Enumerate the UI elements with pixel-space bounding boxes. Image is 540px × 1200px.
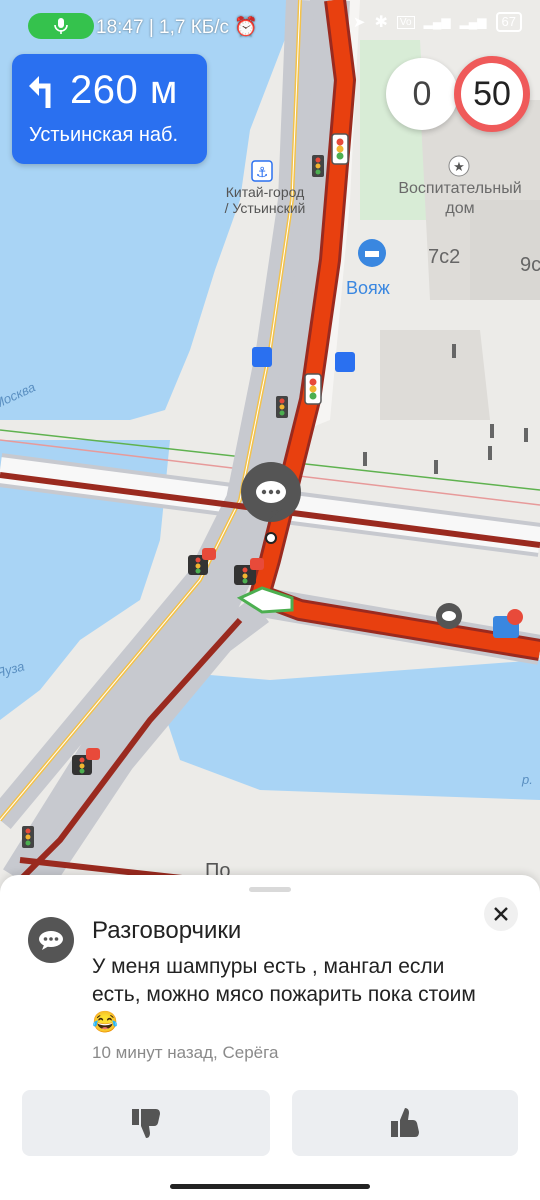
svg-text:★: ★ (453, 160, 465, 175)
maneuver-distance: 260 м (70, 68, 178, 112)
signal-icon: ▂▄▆ (423, 15, 451, 29)
station-label: Китай-город / Устьинский (224, 184, 306, 216)
bus-stop-icon (252, 347, 272, 367)
chat-marker-icon (241, 462, 301, 522)
traffic-light-icon (331, 133, 349, 165)
turn-left-icon (29, 76, 51, 108)
volte-icon: Vo (396, 15, 415, 29)
comment-meta: 10 минут назад, Серёга (92, 1043, 279, 1062)
microphone-icon (54, 18, 68, 34)
anchor-icon: ⚓ (251, 160, 273, 182)
thumbs-down-icon (132, 1109, 160, 1138)
chat-bubble-icon (28, 917, 74, 963)
traffic-light-icon (276, 396, 288, 418)
maneuver-street: Устьинская наб. (29, 124, 179, 146)
speed-indicator: 0 50 (386, 56, 534, 132)
close-icon (494, 907, 508, 921)
comment-message: У меня шампуры есть , мангал если есть, … (92, 955, 476, 1034)
landmark-label: Воспитательный дом (398, 180, 522, 217)
speed-limit-sign: 50 (454, 56, 530, 132)
status-icons: ➤ ✱ Vo ▂▄▆ ▂▄▆ 67 (353, 12, 522, 32)
close-button[interactable] (484, 897, 518, 931)
landmark-star-icon: ★ (448, 155, 470, 177)
traffic-light-icon (304, 373, 322, 405)
chat-marker-icon (436, 603, 462, 629)
battery-icon: 67 (495, 12, 522, 32)
maneuver-card[interactable]: 260 м Устьинская наб. (12, 54, 207, 164)
river-label: р. (522, 772, 533, 787)
building-number-label: 7с2 (428, 246, 461, 268)
alarm-icon: ⏰ (234, 17, 259, 38)
clock: 18:47 (96, 17, 144, 38)
current-speed: 0 (386, 58, 458, 130)
microphone-active-indicator (28, 13, 94, 39)
hotel-icon (358, 239, 386, 267)
dislike-button[interactable] (22, 1090, 270, 1156)
svg-text:⚓: ⚓ (256, 165, 269, 181)
network-speed: 1,7 КБ/с (159, 17, 230, 38)
comment-title: Разговорчики (92, 917, 242, 944)
traffic-light-icon (312, 155, 324, 177)
sheet-drag-handle[interactable] (249, 887, 291, 892)
status-time-and-speed: 18:47 | 1,7 КБ/с ⏰ (96, 17, 259, 38)
status-bar: 18:47 | 1,7 КБ/с ⏰ ➤ ✱ Vo ▂▄▆ ▂▄▆ 67 (0, 0, 540, 46)
bluetooth-icon: ✱ (374, 14, 388, 31)
home-indicator[interactable] (170, 1184, 370, 1189)
location-arrow-icon: ➤ (352, 14, 366, 31)
wifi-icon: ▂▄▆ (459, 15, 487, 29)
bus-stop-icon (335, 352, 355, 372)
building-number-label: 9с (520, 254, 540, 276)
thumbs-up-icon (391, 1108, 419, 1137)
poi-label: Вояж (346, 278, 390, 298)
comment-sheet: Разговорчики У меня шампуры есть , манга… (0, 875, 540, 1200)
like-button[interactable] (292, 1090, 518, 1156)
traffic-light-icon (22, 826, 34, 848)
